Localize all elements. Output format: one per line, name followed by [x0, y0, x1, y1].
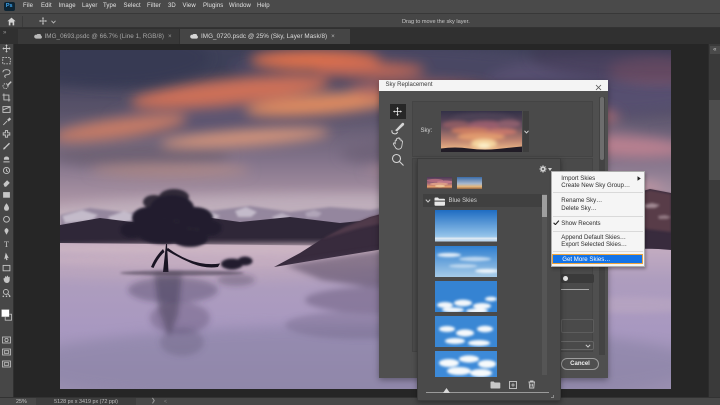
svg-text:T: T — [4, 238, 10, 248]
